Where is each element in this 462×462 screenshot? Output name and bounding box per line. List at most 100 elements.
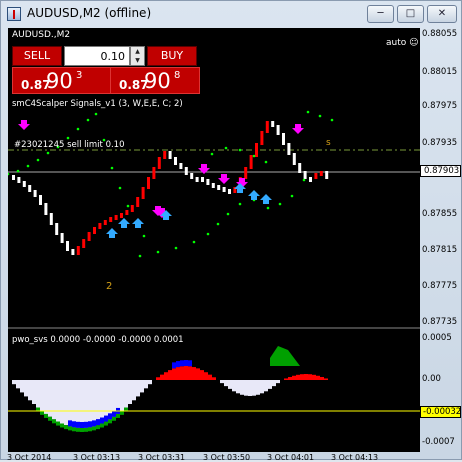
histogram-bar [204, 372, 208, 380]
candle [82, 239, 86, 248]
histogram-bar [184, 366, 188, 380]
price-tick: 0.87815 [422, 245, 458, 255]
candle [103, 220, 107, 225]
histogram-bar [172, 368, 176, 380]
histogram-bar [100, 380, 104, 424]
candle [211, 183, 215, 188]
histogram-bar [120, 380, 124, 411]
histogram-bar [100, 423, 104, 428]
histogram-bar [324, 378, 328, 380]
buy-arrow-icon [132, 218, 144, 228]
histogram-bar [60, 423, 64, 428]
histogram-bar [56, 380, 60, 422]
candle [98, 223, 102, 229]
histogram-bar [312, 374, 316, 380]
candle [201, 177, 204, 182]
title-bar[interactable]: AUDUSD,M2 (offline) ─ □ ✕ [1, 1, 461, 27]
histogram-bar [96, 419, 100, 426]
histogram-bar [88, 421, 92, 428]
histogram-bar [116, 413, 120, 418]
histogram-bar [168, 370, 172, 380]
histogram-bar [180, 360, 184, 367]
candle [33, 190, 37, 197]
chart-window: AUDUSD,M2 (offline) ─ □ ✕ AUDUSD.,M2 aut… [0, 0, 462, 462]
histogram-bar [224, 380, 228, 387]
price-chart[interactable]: AUDUSD.,M2 auto ☺ SELL ▲ ▼ BUY 0.87 90 3… [6, 28, 420, 452]
signal-dot [290, 194, 294, 198]
histogram-bar [164, 372, 168, 380]
histogram-bar [172, 362, 176, 369]
time-tick: 3 Oct 03:31 [138, 453, 186, 462]
histogram-bar [188, 366, 192, 380]
current-price-tag: 0.87903 [420, 165, 461, 177]
histogram-bar [316, 375, 320, 380]
autotrading-indicator: auto ☺ [386, 38, 419, 48]
signal-dot [94, 112, 98, 116]
histogram-bar [104, 380, 108, 422]
histogram-bar [196, 368, 200, 380]
candle [222, 187, 226, 192]
close-button[interactable]: ✕ [427, 5, 457, 23]
histogram-bar [68, 420, 72, 427]
histogram-bar [176, 367, 180, 380]
histogram-bar [64, 380, 68, 426]
histogram-bar [268, 380, 272, 389]
sell-arrow-icon [292, 124, 304, 134]
candle [217, 185, 221, 190]
indicator-label: smC4Scalper Signals_v1 (3, W,E,E, C; 2) [12, 99, 183, 109]
price-tick: 0.87855 [422, 209, 458, 219]
candle [179, 163, 183, 169]
histogram-bar [320, 377, 324, 380]
candle [319, 171, 323, 176]
histogram-bar [40, 380, 44, 411]
price-tick: 0.87735 [422, 317, 458, 327]
maximize-button[interactable]: □ [397, 5, 424, 23]
signal-dot [226, 212, 230, 216]
ask-price-box[interactable]: 0.87 90 8 [110, 67, 200, 94]
histogram-bar [232, 380, 236, 392]
candle [260, 131, 264, 145]
histogram-bar [128, 380, 132, 404]
histogram-bar [188, 360, 192, 367]
signal-dot [138, 254, 142, 258]
indicator-value-tag: -0.00032 [420, 406, 461, 418]
spin-down-icon[interactable]: ▼ [131, 56, 144, 65]
subwindow-label: pwo_svs 0.0000 -0.0000 -0.0000 0.0001 [12, 335, 184, 345]
histogram-bar [220, 380, 224, 384]
buy-button[interactable]: BUY [147, 46, 197, 66]
histogram-bar [284, 378, 288, 380]
histogram-bar [288, 377, 292, 380]
price-tick: 0.88055 [422, 29, 458, 39]
candle [76, 246, 80, 255]
candle [168, 151, 172, 159]
candle [184, 167, 188, 175]
histogram-bar [96, 425, 100, 430]
histogram-bar [304, 374, 308, 380]
candle [174, 157, 177, 165]
histogram-bar [212, 377, 216, 380]
histogram-peak [270, 346, 300, 366]
lot-size-input[interactable] [64, 46, 130, 66]
signal-dot [142, 234, 146, 238]
buy-arrow-icon [260, 194, 272, 204]
histogram-bar [72, 421, 76, 428]
price-tick: 0.87935 [422, 138, 458, 148]
candle [130, 205, 134, 212]
histogram-bar [32, 380, 36, 404]
time-tick: 3 Oct 2014 [7, 453, 52, 462]
candle [314, 173, 318, 179]
candle [109, 217, 113, 222]
histogram-bar [112, 416, 116, 421]
spin-up-icon[interactable]: ▲ [131, 47, 144, 56]
histogram-bar [184, 360, 188, 366]
histogram-bar [48, 416, 52, 421]
lot-size-spinner[interactable]: ▲ ▼ [130, 46, 145, 66]
sell-button[interactable]: SELL [12, 46, 62, 66]
signal-dot [224, 146, 228, 150]
histogram-bar [56, 421, 60, 426]
histogram-bar [80, 380, 84, 428]
buy-arrow-icon [118, 218, 130, 228]
histogram-bar [132, 380, 136, 401]
histogram-bar [160, 374, 164, 380]
minimize-button[interactable]: ─ [367, 5, 394, 23]
